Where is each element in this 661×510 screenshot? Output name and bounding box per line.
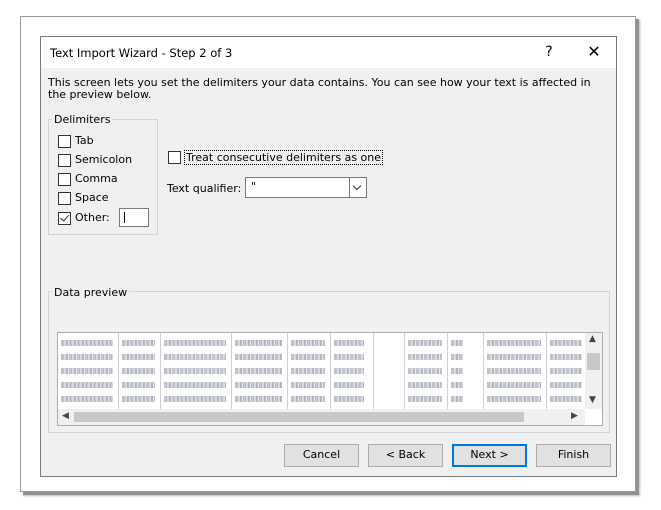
scroll-down-icon[interactable]: ▼	[589, 395, 596, 405]
blurred-cell	[487, 340, 541, 346]
blurred-cell	[61, 396, 113, 402]
blurred-cell	[550, 354, 582, 360]
text-import-wizard-dialog: Text Import Wizard - Step 2 of 3 ? ✕ Thi…	[40, 36, 617, 477]
blurred-cell	[334, 396, 364, 402]
blurred-cell	[61, 368, 113, 374]
space-checkbox[interactable]	[58, 192, 71, 205]
title-bar: Text Import Wizard - Step 2 of 3 ? ✕	[41, 37, 616, 68]
consecutive-delimiters-label[interactable]: Treat consecutive delimiters as one	[184, 150, 384, 165]
delimiters-group-label: Delimiters	[52, 113, 113, 126]
text-qualifier-label: Text qualifier:	[167, 182, 242, 195]
description-text: This screen lets you set the delimiters …	[48, 76, 591, 101]
blurred-cell	[451, 354, 463, 360]
other-checkbox[interactable]	[58, 212, 71, 225]
vertical-scroll-thumb[interactable]	[587, 353, 600, 370]
comma-checkbox[interactable]	[58, 173, 71, 186]
blurred-cell	[451, 340, 463, 346]
blurred-cell	[550, 340, 582, 346]
blurred-cell	[122, 382, 155, 388]
space-label[interactable]: Space	[75, 191, 109, 204]
blurred-cell	[291, 396, 325, 402]
blurred-cell	[61, 382, 113, 388]
blurred-cell	[550, 368, 582, 374]
close-icon[interactable]: ✕	[584, 43, 604, 61]
blurred-cell	[408, 368, 442, 374]
tab-label[interactable]: Tab	[75, 134, 94, 147]
finish-button[interactable]: Finish	[536, 444, 611, 467]
blurred-cell	[235, 354, 282, 360]
blurred-cell	[164, 354, 226, 360]
blurred-cell	[291, 354, 325, 360]
text-caret	[124, 212, 125, 223]
blurred-cell	[164, 396, 226, 402]
blurred-cell	[164, 382, 226, 388]
data-preview-label: Data preview	[52, 286, 130, 299]
blurred-cell	[164, 340, 226, 346]
blurred-cell	[487, 396, 541, 402]
blurred-cell	[122, 354, 155, 360]
blurred-cell	[451, 368, 463, 374]
blurred-cell	[334, 354, 364, 360]
blurred-cell	[164, 368, 226, 374]
next-button[interactable]: Next >	[452, 444, 527, 467]
blurred-cell	[235, 396, 282, 402]
blurred-cell	[334, 382, 364, 388]
blurred-cell	[487, 368, 541, 374]
blurred-cell	[550, 382, 582, 388]
comma-label[interactable]: Comma	[75, 172, 118, 185]
blurred-cell	[408, 382, 442, 388]
text-qualifier-value: "	[251, 180, 257, 193]
scroll-up-icon[interactable]: ▲	[589, 334, 596, 344]
consecutive-delimiters-checkbox[interactable]	[168, 151, 181, 164]
blurred-cell	[61, 340, 113, 346]
blurred-cell	[235, 382, 282, 388]
blurred-cell	[61, 354, 113, 360]
cancel-button[interactable]: Cancel	[284, 444, 359, 467]
preview-column	[374, 333, 405, 411]
data-preview-grid[interactable]: ▲ ▼ ◀ ▶	[57, 332, 603, 426]
blurred-cell	[291, 368, 325, 374]
blurred-cell	[451, 382, 463, 388]
blurred-cell	[122, 368, 155, 374]
horizontal-scrollbar[interactable]: ◀ ▶	[58, 409, 585, 425]
help-icon[interactable]: ?	[539, 43, 559, 61]
back-button[interactable]: < Back	[368, 444, 443, 467]
blurred-cell	[451, 396, 463, 402]
blurred-cell	[334, 340, 364, 346]
blurred-cell	[291, 340, 325, 346]
vertical-scrollbar[interactable]: ▲ ▼	[585, 333, 602, 409]
scroll-right-icon[interactable]: ▶	[571, 411, 578, 421]
tab-checkbox[interactable]	[58, 135, 71, 148]
dialog-title: Text Import Wizard - Step 2 of 3	[50, 46, 233, 60]
blurred-cell	[487, 354, 541, 360]
other-delimiter-input[interactable]	[119, 208, 149, 227]
blurred-cell	[291, 382, 325, 388]
blurred-cell	[334, 368, 364, 374]
blurred-cell	[122, 340, 155, 346]
blurred-cell	[235, 340, 282, 346]
chevron-down-icon[interactable]	[349, 178, 366, 197]
text-qualifier-select[interactable]: "	[245, 177, 367, 198]
blurred-cell	[550, 396, 582, 402]
blurred-cell	[235, 368, 282, 374]
other-label[interactable]: Other:	[75, 211, 110, 224]
blurred-cell	[408, 354, 442, 360]
semicolon-checkbox[interactable]	[58, 154, 71, 167]
scroll-left-icon[interactable]: ◀	[62, 411, 69, 421]
blurred-cell	[408, 340, 442, 346]
blurred-cell	[122, 396, 155, 402]
blurred-cell	[487, 382, 541, 388]
horizontal-scroll-thumb[interactable]	[74, 412, 524, 422]
blurred-cell	[408, 396, 442, 402]
semicolon-label[interactable]: Semicolon	[75, 153, 132, 166]
